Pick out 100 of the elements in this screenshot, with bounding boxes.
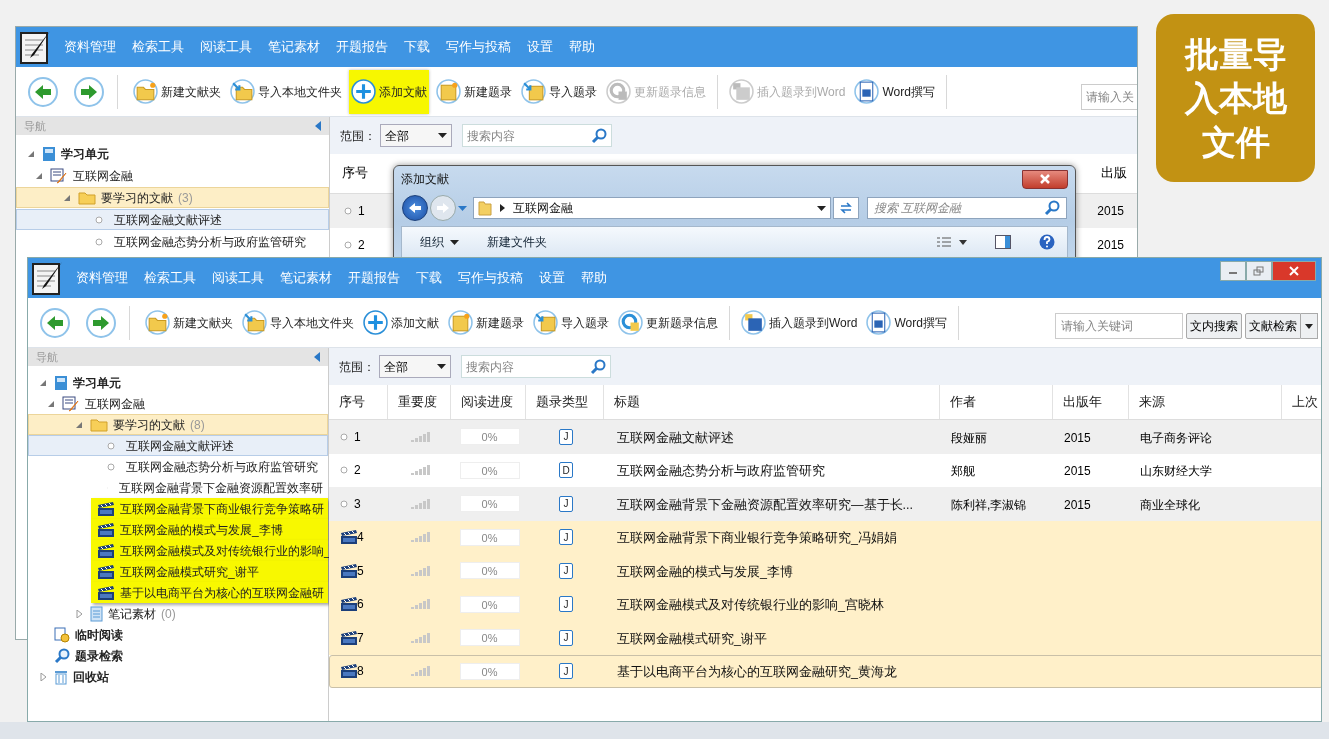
tree-item[interactable]: 互联网金融的模式与发展_李博 xyxy=(91,519,328,540)
tree-item[interactable]: 互联网金融文献评述 xyxy=(28,435,328,456)
table-row[interactable]: 5 0% J 互联网金融的模式与发展_李博 xyxy=(329,554,1321,588)
search-field[interactable]: 搜索内容 xyxy=(461,355,611,378)
expand-triangle-icon[interactable] xyxy=(75,609,83,618)
dropdown-button[interactable] xyxy=(1301,313,1318,339)
forward-button[interactable] xyxy=(74,76,104,107)
toolbar-button[interactable]: 导入题录 xyxy=(519,69,599,114)
toolbar-button[interactable]: 添加文献 xyxy=(349,69,429,114)
close-button[interactable] xyxy=(1022,169,1068,189)
back-button[interactable] xyxy=(402,195,428,221)
column-header[interactable]: 出版年 xyxy=(1053,385,1129,419)
tree-item[interactable]: 回收站 xyxy=(28,666,328,687)
tree-item[interactable]: 要学习的文献 (3) xyxy=(16,187,329,208)
refresh-button[interactable] xyxy=(833,197,859,219)
caret-icon[interactable] xyxy=(458,205,467,211)
close-button[interactable] xyxy=(1272,261,1316,281)
tree-item[interactable]: 互联网金融 xyxy=(16,165,329,186)
trash-icon xyxy=(54,668,68,685)
restore-button[interactable] xyxy=(1246,261,1272,281)
search-input[interactable]: 搜索内容 xyxy=(467,126,591,145)
collapse-icon[interactable] xyxy=(314,352,320,362)
tree-item[interactable]: 互联网金融 xyxy=(28,393,328,414)
column-header[interactable]: 重要度 xyxy=(388,385,451,419)
tree-item[interactable]: 互联网金融背景下商业银行竞争策略研 xyxy=(91,498,328,519)
tree-item[interactable]: 互联网金融背景下金融资源配置效率研 xyxy=(28,477,328,498)
table-row[interactable]: 8 0% J 基于以电商平台为核心的互联网金融研究_黄海龙 xyxy=(329,654,1321,688)
author-cell: 陈利祥,李淑锦 xyxy=(951,497,1027,512)
table-row[interactable]: 6 0% J 互联网金融模式及对传统银行业的影响_宫晓林 xyxy=(329,587,1321,621)
column-header[interactable]: 出版 xyxy=(1101,164,1127,183)
address-field[interactable]: 互联网金融 xyxy=(473,197,831,219)
tree-item[interactable]: 基于以电商平台为核心的互联网金融研 xyxy=(91,582,328,603)
toolbar-button[interactable]: 导入本地文件夹 xyxy=(228,69,344,114)
column-header[interactable]: 序号 xyxy=(329,385,388,419)
chevron-right-icon xyxy=(500,204,505,212)
column-header[interactable]: 来源 xyxy=(1129,385,1282,419)
scope-dropdown[interactable]: 全部 xyxy=(380,124,452,147)
table-row[interactable]: 1 0% J 互联网金融文献评述 段娅丽 2015 电子商务评论 xyxy=(329,420,1321,454)
minimize-button[interactable] xyxy=(1220,261,1246,281)
collapse-triangle-icon[interactable] xyxy=(75,420,83,429)
toolbar-button[interactable]: 新建文献夹 xyxy=(143,300,235,345)
tree-label: 互联网金融 xyxy=(73,167,133,185)
tree-item[interactable]: 要学习的文献 (8) xyxy=(28,414,328,435)
search-input[interactable]: 搜索 互联网金融 xyxy=(874,199,1044,217)
scope-dropdown[interactable]: 全部 xyxy=(379,355,451,378)
search-button[interactable]: 文献检索 xyxy=(1245,313,1301,339)
keyword-input[interactable]: 请输入关键词 xyxy=(1061,317,1177,335)
tree-item[interactable]: 笔记素材 (0) xyxy=(28,603,328,624)
search-input[interactable]: 搜索内容 xyxy=(466,357,590,376)
table-row[interactable]: 3 0% J 互联网金融背景下金融资源配置效率研究—基于长... 陈利祥,李淑锦 2015 商业全球化 xyxy=(329,487,1321,521)
tree-item[interactable]: 学习单元 xyxy=(16,143,329,164)
new-folder-button[interactable]: 新建文件夹 xyxy=(487,233,547,251)
back-button[interactable] xyxy=(40,307,70,338)
collapse-triangle-icon[interactable] xyxy=(39,378,47,387)
row-number: 3 xyxy=(354,495,361,513)
back-button[interactable] xyxy=(28,76,58,107)
keyword-input[interactable]: 请输入关 xyxy=(1086,88,1137,106)
toolbar-button[interactable]: 导入本地文件夹 xyxy=(240,300,356,345)
tree-item[interactable]: 学习单元 xyxy=(28,372,328,393)
collapse-icon[interactable] xyxy=(315,121,321,131)
collapse-triangle-icon[interactable] xyxy=(35,171,43,180)
toolbar-button[interactable]: 导入题录 xyxy=(531,300,611,345)
tree-item[interactable]: 互联网金融模式研究_谢平 xyxy=(91,561,328,582)
table-row[interactable]: 7 0% J 互联网金融模式研究_谢平 xyxy=(329,621,1321,655)
toolbar-button[interactable]: 新建文献夹 xyxy=(131,69,223,114)
toolbar-button[interactable]: 更新题录信息 xyxy=(616,300,720,345)
tree-item[interactable]: 互联网金融态势分析与政府监管研究 xyxy=(16,231,329,252)
search-field[interactable]: 搜索内容 xyxy=(462,124,612,147)
search-field[interactable]: 搜索 互联网金融 xyxy=(867,197,1067,219)
column-header[interactable]: 作者 xyxy=(940,385,1053,419)
expand-triangle-icon[interactable] xyxy=(39,672,47,681)
column-header[interactable]: 阅读进度 xyxy=(451,385,526,419)
collapse-triangle-icon[interactable] xyxy=(47,399,55,408)
help-icon[interactable] xyxy=(1039,234,1055,250)
column-header[interactable]: 题录类型 xyxy=(526,385,604,419)
search-button[interactable]: 文内搜索 xyxy=(1186,313,1242,339)
organize-menu[interactable]: 组织 xyxy=(420,233,459,251)
tree-item[interactable]: 题录检索 xyxy=(28,645,328,666)
tree-item[interactable]: 临时阅读 xyxy=(28,624,328,645)
keyword-field[interactable]: 请输入关 xyxy=(1081,84,1137,110)
column-header[interactable]: 上次 xyxy=(1282,385,1321,419)
toolbar-button[interactable]: 添加文献 xyxy=(361,300,441,345)
collapse-triangle-icon[interactable] xyxy=(63,193,71,202)
forward-button[interactable] xyxy=(86,307,116,338)
toolbar-button[interactable]: Word撰写 xyxy=(852,69,937,114)
tree-item[interactable]: 互联网金融态势分析与政府监管研究 xyxy=(28,456,328,477)
tree-item[interactable]: 互联网金融文献评述 xyxy=(16,209,329,230)
preview-pane-icon[interactable] xyxy=(995,235,1011,249)
toolbar-button[interactable]: Word撰写 xyxy=(864,300,949,345)
toolbar-button[interactable]: 新建题录 xyxy=(434,69,514,114)
toolbar-button[interactable]: 新建题录 xyxy=(446,300,526,345)
keyword-field[interactable]: 请输入关键词 xyxy=(1055,313,1183,339)
view-options-icon[interactable] xyxy=(937,236,967,248)
collapse-triangle-icon[interactable] xyxy=(27,149,35,158)
column-header[interactable]: 序号 xyxy=(330,164,368,183)
table-row[interactable]: 4 0% J 互联网金融背景下商业银行竞争策略研究_冯娟娟 xyxy=(329,520,1321,554)
toolbar-button[interactable]: 插入题录到Word xyxy=(739,300,860,345)
column-header[interactable]: 标题 xyxy=(604,385,940,419)
year-cell: 2015 xyxy=(1064,430,1091,445)
folder-icon xyxy=(90,417,108,432)
